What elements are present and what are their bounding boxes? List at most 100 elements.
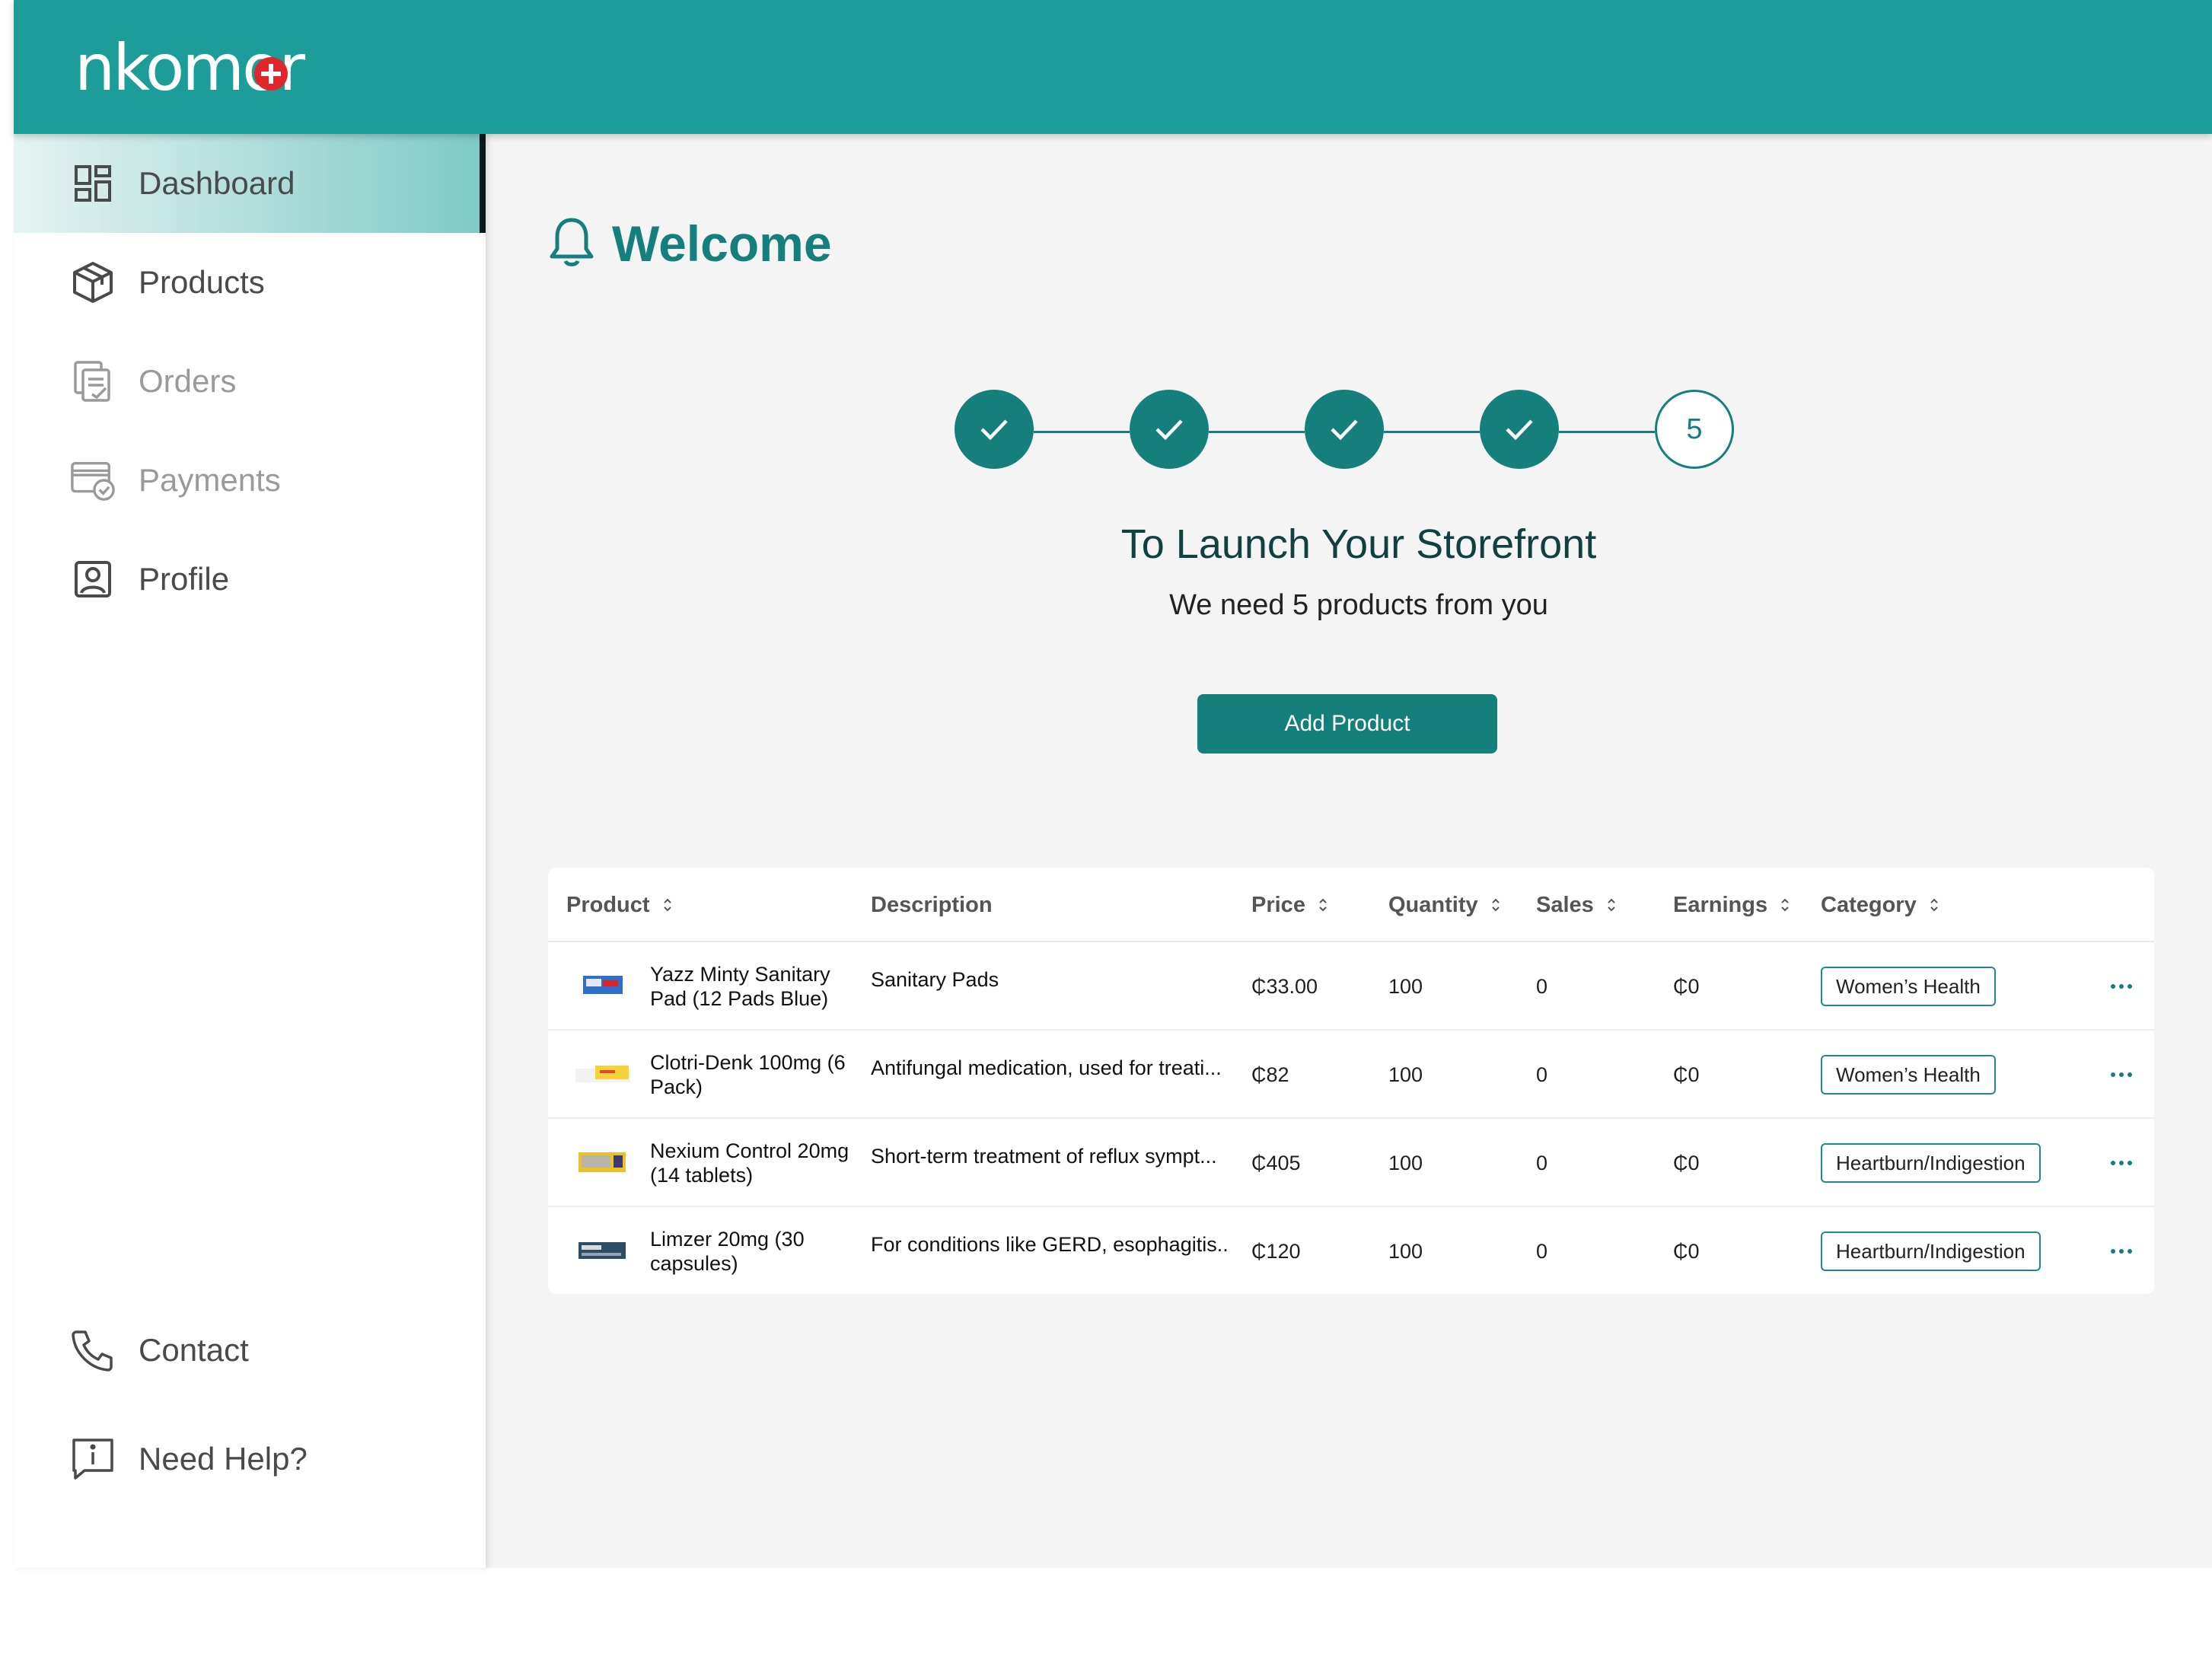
category-badge: Women’s Health	[1821, 1055, 1996, 1094]
category-badge: Heartburn/Indigestion	[1821, 1232, 2041, 1271]
sidebar-item-profile[interactable]: Profile	[14, 530, 486, 629]
sort-icon	[1780, 897, 1790, 913]
sidebar-item-label: Payments	[139, 462, 281, 498]
step-connector	[1209, 431, 1305, 433]
check-icon	[1155, 419, 1183, 441]
brand-logo[interactable]: nkomor	[75, 26, 305, 110]
column-label: Earnings	[1673, 892, 1768, 917]
column-header-earnings[interactable]: Earnings	[1673, 868, 1790, 942]
sidebar-item-label: Dashboard	[139, 165, 295, 201]
column-header-sales[interactable]: Sales	[1536, 868, 1617, 942]
category-badge: Heartburn/Indigestion	[1821, 1143, 2041, 1183]
product-quantity: 100	[1388, 1239, 1423, 1263]
table-row[interactable]: Limzer 20mg (30 capsules) For conditions…	[548, 1207, 2154, 1294]
sort-icon	[1318, 897, 1328, 913]
welcome-header: Welcome	[548, 215, 832, 272]
sidebar-item-label: Profile	[139, 561, 230, 597]
product-earnings: ₵0	[1673, 1063, 1700, 1086]
column-header-description: Description	[871, 868, 993, 942]
table-row[interactable]: Yazz Minty Sanitary Pad (12 Pads Blue) S…	[548, 942, 2154, 1031]
product-price: ₵405	[1251, 1151, 1301, 1174]
product-price: ₵33.00	[1251, 974, 1318, 998]
sidebar-item-help[interactable]: Need Help?	[14, 1410, 486, 1509]
check-icon	[1331, 419, 1358, 441]
product-quantity: 100	[1388, 1063, 1423, 1086]
add-product-button[interactable]: Add Product	[1197, 694, 1497, 754]
check-icon	[980, 419, 1008, 441]
logo-text-start: nkom	[75, 30, 244, 105]
column-header-quantity[interactable]: Quantity	[1388, 868, 1501, 942]
product-price: ₵82	[1251, 1063, 1289, 1086]
product-earnings: ₵0	[1673, 1151, 1700, 1174]
product-sales: 0	[1536, 974, 1548, 998]
sidebar-item-contact[interactable]: Contact	[14, 1301, 486, 1400]
products-table: Product Description Price Quantity Sales…	[548, 868, 2154, 1294]
sidebar-item-dashboard[interactable]: Dashboard	[14, 134, 486, 233]
column-label: Sales	[1536, 892, 1594, 917]
more-options-icon[interactable]	[2110, 1207, 2133, 1294]
sidebar-item-products[interactable]: Products	[14, 233, 486, 332]
table-row[interactable]: Clotri-Denk 100mg (6 Pack) Antifungal me…	[548, 1031, 2154, 1119]
progress-stepper: 5	[955, 390, 1761, 473]
column-header-category[interactable]: Category	[1821, 868, 1939, 942]
product-sales: 0	[1536, 1063, 1548, 1086]
sort-icon	[1929, 897, 1939, 913]
dashboard-icon	[70, 161, 116, 206]
sidebar-item-orders[interactable]: Orders	[14, 332, 486, 431]
box-icon	[70, 260, 116, 305]
product-sales: 0	[1536, 1239, 1548, 1263]
check-icon	[1506, 419, 1533, 441]
product-description: For conditions like GERD, esophagitis...	[871, 1233, 1229, 1256]
product-description: Sanitary Pads	[871, 968, 999, 991]
category-badge: Women’s Health	[1821, 967, 1996, 1006]
orders-icon	[70, 358, 116, 404]
help-icon	[70, 1436, 116, 1482]
sidebar-item-label: Need Help?	[139, 1441, 308, 1477]
table-row[interactable]: Nexium Control 20mg (14 tablets) Short-t…	[548, 1119, 2154, 1207]
product-price: ₵120	[1251, 1239, 1301, 1263]
phone-icon	[70, 1327, 116, 1373]
product-thumbnail	[572, 1058, 630, 1091]
step-complete-2	[1130, 390, 1209, 469]
sidebar: Dashboard Products Orders Payments Profi…	[14, 134, 486, 1568]
product-quantity: 100	[1388, 1151, 1423, 1174]
step-complete-3	[1305, 390, 1384, 469]
product-name: Yazz Minty Sanitary Pad (12 Pads Blue)	[650, 963, 830, 1010]
product-description: Short-term treatment of reflux sympt...	[871, 1145, 1217, 1168]
product-earnings: ₵0	[1673, 1239, 1700, 1263]
step-connector	[1384, 431, 1480, 433]
sidebar-item-label: Products	[139, 264, 265, 300]
product-thumbnail	[580, 970, 636, 1003]
bell-icon[interactable]	[548, 215, 595, 272]
sidebar-item-payments[interactable]: Payments	[14, 431, 486, 530]
column-label: Description	[871, 892, 993, 917]
more-options-icon[interactable]	[2110, 942, 2133, 1031]
column-label: Product	[566, 892, 650, 917]
profile-icon	[70, 556, 116, 602]
product-thumbnail	[575, 1146, 632, 1180]
sidebar-item-label: Contact	[139, 1332, 249, 1368]
column-header-price[interactable]: Price	[1251, 868, 1328, 942]
product-description: Antifungal medication, used for treati..…	[871, 1056, 1222, 1079]
app-window: nkomor Dashboard Products Orders P	[14, 0, 2212, 1568]
product-name: Nexium Control 20mg (14 tablets)	[650, 1139, 849, 1187]
sort-icon	[662, 897, 673, 913]
step-number: 5	[1686, 413, 1703, 445]
step-connector	[1034, 431, 1130, 433]
column-label: Price	[1251, 892, 1305, 917]
more-options-icon[interactable]	[2110, 1031, 2133, 1119]
column-label: Category	[1821, 892, 1917, 917]
launch-title: To Launch Your Storefront	[1120, 521, 1597, 567]
table-header: Product Description Price Quantity Sales…	[548, 868, 2154, 942]
product-earnings: ₵0	[1673, 974, 1700, 998]
column-label: Quantity	[1388, 892, 1478, 917]
column-header-product[interactable]: Product	[566, 868, 673, 942]
product-thumbnail	[575, 1235, 632, 1268]
payments-icon	[70, 457, 116, 503]
product-quantity: 100	[1388, 974, 1423, 998]
product-name: Limzer 20mg (30 capsules)	[650, 1228, 805, 1275]
page-title: Welcome	[612, 215, 832, 272]
sort-icon	[1490, 897, 1501, 913]
more-options-icon[interactable]	[2110, 1119, 2133, 1207]
step-complete-4	[1480, 390, 1559, 469]
